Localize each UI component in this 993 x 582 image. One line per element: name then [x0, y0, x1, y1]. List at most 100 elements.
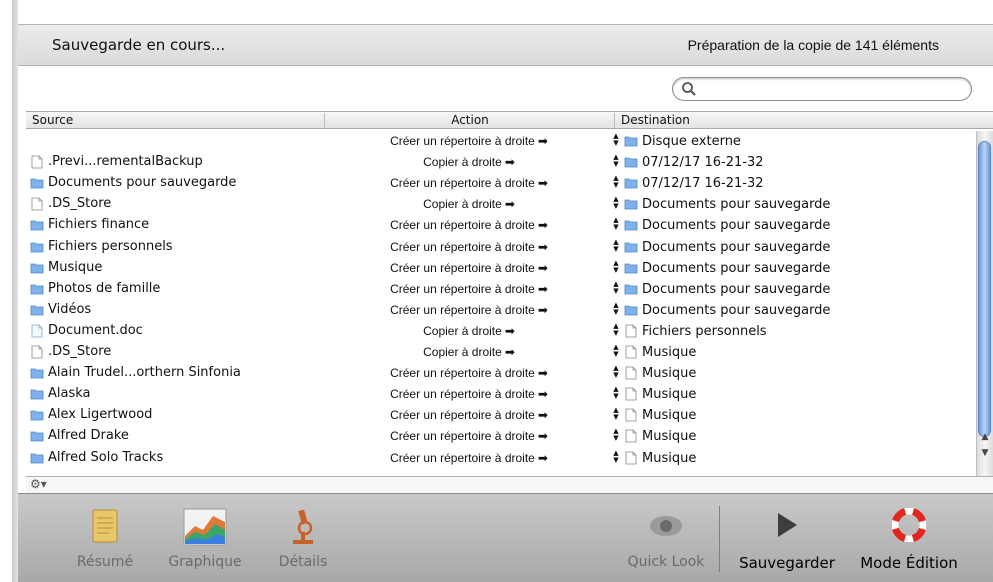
search-field[interactable] [672, 77, 972, 101]
table-row[interactable]: Documents pour sauvegarde Créer un répert… [26, 173, 976, 194]
table-row[interactable]: Alfred Drake Créer un répertoire à droite… [26, 426, 976, 447]
up-down-stepper-icon[interactable]: ▲ ▼ [612, 450, 620, 466]
destination-cell: ▲ ▼ Disque externe [612, 133, 741, 149]
source-name: Fichiers finance [48, 217, 150, 232]
arrow-right-icon: ➡ [537, 303, 548, 317]
notepad-icon [92, 509, 118, 543]
action-text: Créer un répertoire à droite [390, 134, 535, 148]
source-cell: Alaska [30, 386, 91, 401]
table-header: Source Action Destination [26, 111, 993, 129]
folder-icon [30, 282, 44, 296]
up-down-stepper-icon[interactable]: ▲ ▼ [612, 428, 620, 444]
document-icon [624, 324, 638, 338]
lifebuoy-icon [892, 508, 926, 542]
arrow-right-icon: ➡ [537, 218, 548, 232]
source-name: Vidéos [48, 302, 92, 317]
source-name: .DS_Store [48, 344, 112, 359]
action-cell: Créer un répertoire à droite ➡ [324, 387, 614, 401]
column-header-source[interactable]: Source [32, 113, 73, 127]
destination-name: Musique [642, 428, 697, 444]
source-name: Alaska [48, 386, 91, 401]
action-text: Créer un répertoire à droite [390, 218, 535, 232]
table-row[interactable]: Musique Créer un répertoire à droite ➡ ▲ ▼ Do… [26, 258, 976, 279]
arrow-right-icon: ➡ [504, 155, 515, 169]
source-cell: Documents pour sauvegarde [30, 175, 236, 190]
action-cell: Créer un répertoire à droite ➡ [324, 176, 614, 190]
scroll-thumb[interactable] [978, 141, 991, 437]
action-cell: Créer un répertoire à droite ➡ [324, 408, 614, 422]
source-cell: .DS_Store [30, 344, 111, 359]
details-button[interactable]: Détails [263, 494, 343, 582]
up-down-stepper-icon[interactable]: ▲ ▼ [612, 260, 620, 276]
search-input[interactable] [699, 80, 963, 99]
up-down-stepper-icon[interactable]: ▲ ▼ [612, 344, 620, 360]
up-down-stepper-icon[interactable]: ▲ ▼ [612, 365, 620, 381]
table-row[interactable]: Vidéos Créer un répertoire à droite ➡ ▲ ▼ Doc… [26, 300, 976, 321]
summary-label: Résumé [76, 554, 134, 570]
action-cell: Copier à droite ➡ [324, 324, 614, 338]
chart-button[interactable]: Graphique [155, 494, 255, 582]
up-down-stepper-icon[interactable]: ▲ ▼ [612, 196, 620, 212]
backup-button[interactable]: Sauvegarder [732, 494, 842, 582]
progress-text: Préparation de la copie de 141 éléments [687, 37, 939, 53]
up-down-stepper-icon[interactable]: ▲ ▼ [612, 386, 620, 402]
table-row[interactable]: Document.doc Copier à droite ➡ ▲ ▼ Fichiers p… [26, 321, 976, 342]
up-down-stepper-icon[interactable]: ▲ ▼ [612, 154, 620, 170]
up-down-stepper-icon[interactable]: ▲ ▼ [612, 175, 620, 191]
destination-name: Musique [642, 407, 697, 423]
source-name: .DS_Store [48, 196, 112, 211]
up-down-stepper-icon[interactable]: ▲ ▼ [612, 302, 620, 318]
up-down-stepper-icon[interactable]: ▲ ▼ [612, 217, 620, 233]
column-header-destination[interactable]: Destination [614, 113, 981, 128]
destination-cell: ▲ ▼ Documents pour sauvegarde [612, 217, 830, 233]
arrow-right-icon: ➡ [504, 345, 515, 359]
table-row[interactable]: Alex Ligertwood Créer un répertoire à dro… [26, 405, 976, 426]
up-down-stepper-icon[interactable]: ▲ ▼ [612, 323, 620, 339]
source-name: Document.doc [48, 323, 143, 338]
source-name: Photos de famille [48, 281, 161, 296]
table-row[interactable]: Alfred Solo Tracks Créer un répertoire à … [26, 448, 976, 469]
destination-cell: ▲ ▼ Documents pour sauvegarde [612, 196, 830, 212]
scroll-up-arrow-icon[interactable]: ▲ [979, 432, 991, 446]
summary-button[interactable]: Résumé [60, 494, 150, 582]
edit-mode-button[interactable]: Mode Édition [844, 494, 974, 582]
folder-icon [30, 408, 44, 422]
arrow-right-icon: ➡ [537, 366, 548, 380]
vertical-scrollbar[interactable]: ▲ ▼ [976, 131, 993, 476]
up-down-stepper-icon[interactable]: ▲ ▼ [612, 133, 620, 149]
column-header-action[interactable]: Action [324, 113, 615, 128]
table-row[interactable]: Alain Trudel...orthern Sinfonia Créer un … [26, 363, 976, 384]
table-row[interactable]: .DS_Store Copier à droite ➡ ▲ ▼ Documents pou… [26, 194, 976, 215]
table-row[interactable]: .Previ...rementalBackup Copier à droite ➡ ▲… [26, 152, 976, 173]
destination-name: Documents pour sauvegarde [642, 281, 831, 297]
table-row[interactable]: Alaska Créer un répertoire à droite ➡ ▲ ▼ Mus… [26, 384, 976, 405]
table-row[interactable]: .DS_Store Copier à droite ➡ ▲ ▼ Musique [26, 342, 976, 363]
up-down-stepper-icon[interactable]: ▲ ▼ [612, 407, 620, 423]
document-icon [624, 408, 638, 422]
folder-icon [30, 176, 44, 190]
destination-name: Fichiers personnels [642, 323, 767, 339]
table-row[interactable]: Fichiers finance Créer un répertoire à dr… [26, 215, 976, 236]
action-text: Créer un répertoire à droite [390, 429, 535, 443]
table-row[interactable]: Photos de famille Créer un répertoire à d… [26, 279, 976, 300]
destination-name: 07/12/17 16-21-32 [642, 175, 764, 191]
gear-icon[interactable]: ⚙▾ [30, 477, 47, 491]
folder-icon [624, 197, 638, 211]
source-name: Alfred Drake [48, 428, 129, 443]
folder-icon [30, 261, 44, 275]
destination-name: Musique [642, 450, 697, 466]
quicklook-button[interactable]: Quick Look [618, 494, 714, 582]
up-down-stepper-icon[interactable]: ▲ ▼ [612, 239, 620, 255]
destination-name: Documents pour sauvegarde [642, 239, 831, 255]
table-row[interactable]: Créer un répertoire à droite ➡ ▲ ▼ Disque ex… [26, 131, 976, 152]
scroll-down-arrow-icon[interactable]: ▼ [979, 448, 991, 462]
window-top-edge [18, 0, 993, 24]
status-text: Sauvegarde en cours... [52, 36, 226, 54]
destination-name: Musique [642, 365, 697, 381]
source-name: Musique [48, 260, 103, 275]
table-row[interactable]: Fichiers personnels Créer un répertoire à… [26, 237, 976, 258]
action-text: Créer un répertoire à droite [390, 261, 535, 275]
action-text: Créer un répertoire à droite [390, 387, 535, 401]
up-down-stepper-icon[interactable]: ▲ ▼ [612, 281, 620, 297]
folder-icon [624, 240, 638, 254]
